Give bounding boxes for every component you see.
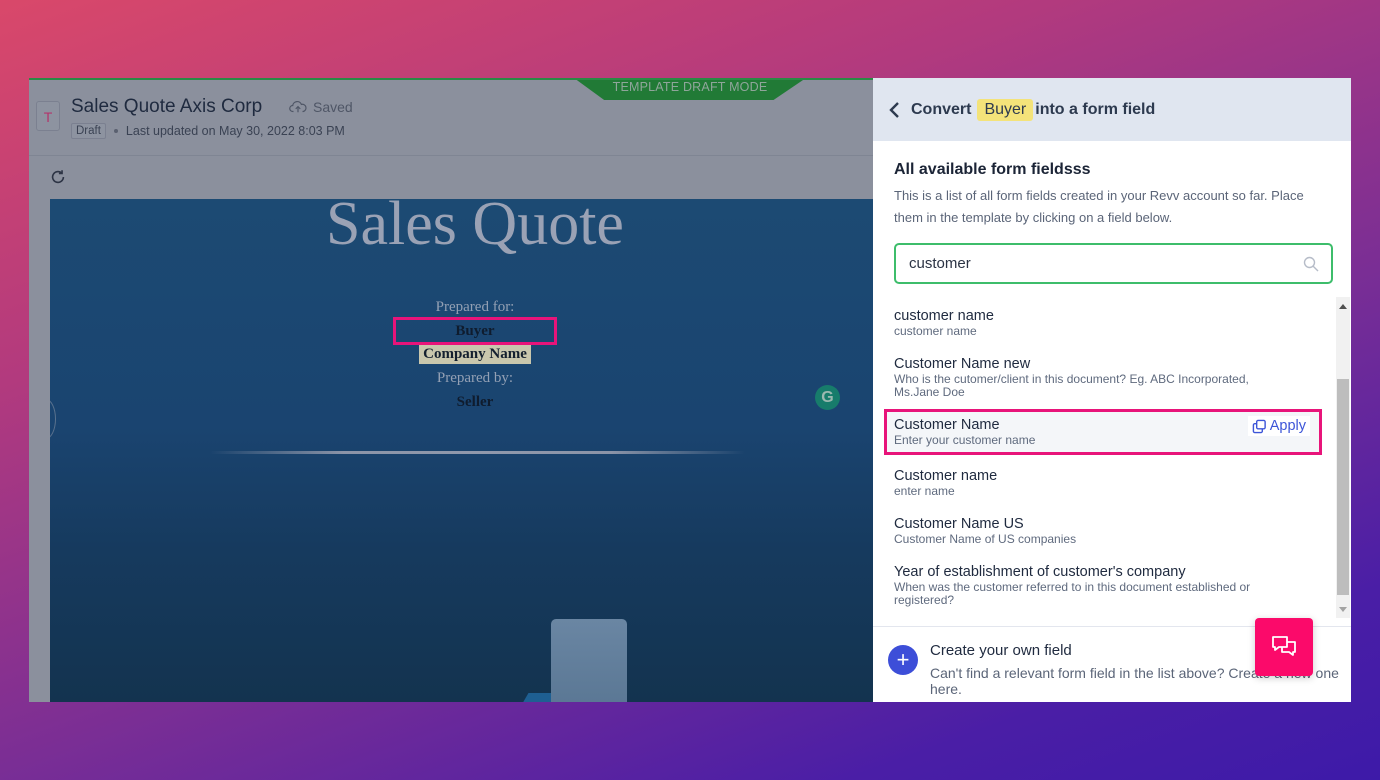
chat-icon: [1272, 636, 1296, 656]
document-icon: T: [36, 101, 60, 131]
saved-label: Saved: [313, 99, 353, 115]
field-name: Year of establishment of customer's comp…: [894, 564, 1186, 580]
prepared-by-label[interactable]: Prepared by:: [50, 370, 874, 387]
form-field-panel: Convert Buyer into a form field All avai…: [873, 78, 1351, 702]
search-field[interactable]: [894, 243, 1333, 284]
panel-body: All available form fieldsss This is a li…: [873, 141, 1351, 284]
apply-button[interactable]: Apply: [1247, 416, 1310, 436]
document-meta: Draft Last updated on May 30, 2022 8:03 …: [71, 123, 345, 139]
list-item[interactable]: Customer Name new Who is the cutomer/cli…: [894, 345, 1351, 407]
grammarly-icon[interactable]: G: [815, 385, 840, 410]
field-description: Who is the cutomer/client in this docume…: [894, 372, 1249, 399]
company-name-field[interactable]: Company Name: [419, 345, 531, 364]
scroll-up-arrow-icon[interactable]: [1336, 299, 1350, 313]
list-scrollbar[interactable]: [1336, 297, 1350, 618]
field-description: Enter your customer name: [894, 433, 1036, 447]
section-title: All available form fieldsss: [894, 161, 1091, 178]
section-description: This is a list of all form fields create…: [894, 188, 1304, 225]
seller-text[interactable]: Seller: [50, 394, 874, 411]
apply-label: Apply: [1269, 418, 1306, 434]
document-page[interactable]: Sales Quote Prepared for: Buyer Company …: [50, 199, 874, 702]
header-prefix: Convert: [911, 100, 972, 118]
field-name: Customer Name US: [894, 516, 1024, 532]
buyer-selected-text[interactable]: Buyer: [393, 317, 557, 345]
refresh-icon[interactable]: [49, 168, 67, 186]
last-updated: Last updated on May 30, 2022 8:03 PM: [125, 124, 345, 138]
document-heading[interactable]: Sales Quote: [50, 199, 874, 260]
list-item[interactable]: Customer name enter name: [894, 457, 1351, 505]
status-badge: Draft: [71, 123, 106, 139]
template-draft-mode-banner: TEMPLATE DRAFT MODE: [574, 80, 806, 100]
list-item[interactable]: Customer Name US Customer Name of US com…: [894, 505, 1351, 553]
form-field-list: customer name customer name Customer Nam…: [873, 297, 1351, 618]
scroll-down-arrow-icon[interactable]: [1336, 602, 1350, 616]
chat-button[interactable]: [1255, 618, 1313, 676]
document-title[interactable]: Sales Quote Axis Corp: [71, 96, 262, 118]
search-icon: [1303, 256, 1319, 271]
editor-header: T Sales Quote Axis Corp Saved Draft Last…: [29, 80, 874, 156]
list-item[interactable]: customer name customer name: [894, 297, 1351, 345]
prepared-for-label[interactable]: Prepared for:: [50, 299, 874, 316]
separator-dot: [113, 129, 118, 133]
cloud-upload-icon: [289, 100, 307, 113]
plus-icon[interactable]: +: [888, 645, 918, 675]
decorative-cube-image: [551, 619, 627, 702]
field-name: customer name: [894, 308, 994, 324]
form-field-items: customer name customer name Customer Nam…: [873, 297, 1351, 615]
panel-header: Convert Buyer into a form field: [873, 78, 1351, 141]
field-description: Customer Name of US companies: [894, 532, 1077, 546]
search-input[interactable]: [909, 255, 1303, 272]
scrollbar-thumb[interactable]: [1337, 379, 1349, 595]
saved-status: Saved: [289, 99, 353, 115]
back-chevron-icon[interactable]: [887, 101, 903, 119]
company-name-wrapper: Company Name: [50, 345, 874, 364]
field-name: Customer Name new: [894, 356, 1031, 372]
list-item[interactable]: Year of establishment of customer's comp…: [894, 553, 1351, 615]
field-description: customer name: [894, 324, 977, 338]
field-description: enter name: [894, 484, 955, 498]
field-name: Customer name: [894, 468, 998, 484]
decorative-divider: [210, 451, 745, 454]
header-suffix: into a form field: [1035, 100, 1156, 118]
template-editor: T Sales Quote Axis Corp Saved Draft Last…: [29, 78, 874, 702]
editor-toolbar: [29, 157, 874, 199]
copy-icon: [1252, 419, 1266, 433]
list-item-selected[interactable]: Customer Name Enter your customer name A…: [884, 409, 1322, 455]
field-description: When was the customer referred to in thi…: [894, 580, 1251, 607]
buyer-wrapper: Buyer: [50, 317, 874, 345]
selected-text-chip: Buyer: [977, 98, 1034, 121]
